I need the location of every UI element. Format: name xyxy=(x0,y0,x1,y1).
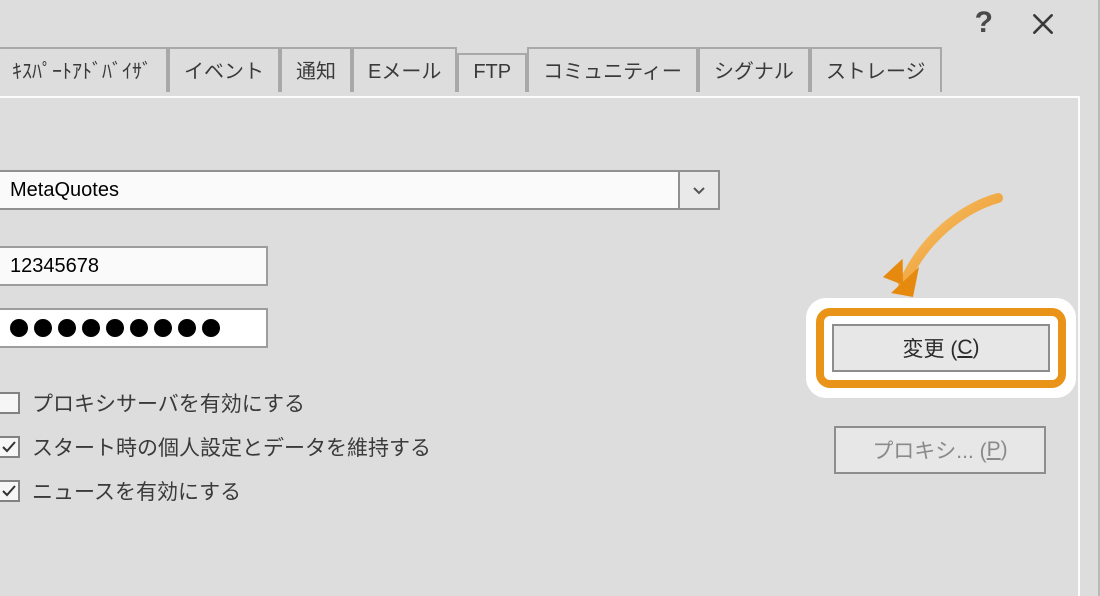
proxy-button: プロキシ... (P) xyxy=(834,426,1046,474)
password-input[interactable] xyxy=(0,308,268,348)
proxy-button-label-prefix: プロキシ... ( xyxy=(872,435,986,465)
proxy-button-hotkey: P xyxy=(987,438,1001,462)
tab-notifications[interactable]: 通知 xyxy=(280,47,352,92)
change-button-label-prefix: 変更 ( xyxy=(903,333,958,363)
chevron-down-icon xyxy=(691,182,707,198)
login-field-row xyxy=(0,246,1046,286)
help-icon[interactable]: ? xyxy=(975,6,993,40)
check-icon xyxy=(1,483,17,499)
server-dropdown-button[interactable] xyxy=(678,170,720,210)
checkbox-news-enable-row: ニュースを有効にする xyxy=(0,476,1046,506)
tab-email[interactable]: Eメール xyxy=(352,47,457,92)
change-button-hotkey: C xyxy=(957,336,972,360)
server-field-row xyxy=(0,170,1046,210)
dialog-frame: ? ｷｽﾊﾟｰﾄｱﾄﾞﾊﾞｲｻﾞ イベント 通知 Eメール FTP コミュニティ… xyxy=(0,0,1100,596)
checkbox-proxy-enable-label: プロキシサーバを有効にする xyxy=(32,388,305,418)
change-button[interactable]: 変更 (C) xyxy=(832,324,1050,372)
change-button-highlight: 変更 (C) xyxy=(806,298,1076,398)
tab-strip: ｷｽﾊﾟｰﾄｱﾄﾞﾊﾞｲｻﾞ イベント 通知 Eメール FTP コミュニティー … xyxy=(0,48,898,92)
close-icon[interactable] xyxy=(1015,4,1070,44)
server-input[interactable] xyxy=(0,170,678,210)
checkbox-news-enable-label: ニュースを有効にする xyxy=(32,476,241,506)
checkbox-keep-personal[interactable] xyxy=(0,436,20,458)
check-icon xyxy=(1,439,17,455)
checkbox-proxy-enable[interactable] xyxy=(0,392,20,414)
proxy-button-label-suffix: ) xyxy=(1001,438,1008,462)
change-button-label-suffix: ) xyxy=(973,336,980,360)
tab-community[interactable]: コミュニティー xyxy=(527,47,698,92)
tab-ftp[interactable]: FTP xyxy=(457,53,527,92)
checkbox-keep-personal-label: スタート時の個人設定とデータを維持する xyxy=(32,432,431,462)
tab-signals[interactable]: シグナル xyxy=(698,47,810,92)
titlebar: ? xyxy=(0,0,1098,48)
tab-storage[interactable]: ストレージ xyxy=(810,47,942,92)
checkbox-news-enable[interactable] xyxy=(0,480,20,502)
tab-events[interactable]: イベント xyxy=(168,47,280,92)
tab-expert-advisor[interactable]: ｷｽﾊﾟｰﾄｱﾄﾞﾊﾞｲｻﾞ xyxy=(0,47,168,92)
login-input[interactable] xyxy=(0,246,268,286)
